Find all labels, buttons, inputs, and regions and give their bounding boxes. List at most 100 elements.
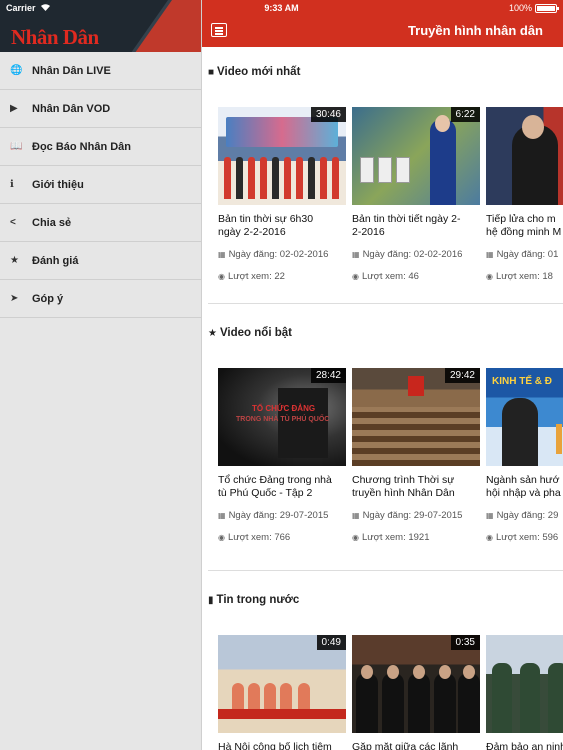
video-title[interactable]: Ngành sản hướ hội nhập và pha: [486, 474, 563, 500]
publish-date-text: Ngày đăng: 29-07-2015: [362, 510, 463, 521]
nhan-dan-logo[interactable]: Nhân Dân: [11, 27, 99, 48]
star-icon: ★: [10, 255, 19, 266]
video-title-line: 2-2016: [352, 226, 385, 238]
globe-icon: 🌐: [10, 65, 23, 76]
video-card[interactable]: Tiếp lửa cho m hệ đồng minh M ▦ Ngày đăng: …: [486, 107, 563, 282]
publish-date: ▦ Ngày đăng: 02-02-2016: [352, 249, 480, 260]
video-title[interactable]: Bản tin thời sự 6h30 ngày 2-2-2016: [218, 213, 346, 239]
app-screen: Carrier 9:33 AM 100% Nhân Dân 🌐 Nhân Dân …: [0, 0, 563, 750]
section-title: Tin trong nước: [216, 594, 300, 606]
sidebar-item-label: Chia sẻ: [32, 216, 72, 229]
video-title-line: Tiếp lửa cho m: [486, 213, 556, 225]
video-title-line: Chương trình Thời sự: [352, 474, 455, 486]
info-icon: ℹ: [10, 179, 14, 190]
video-card[interactable]: 29:42 Chương trình Thời sự truyền hình Nhâ…: [352, 368, 480, 543]
section-heading: ■ Video mới nhất: [208, 66, 300, 78]
video-title-line: Đảm bảo an ninh: [486, 741, 563, 750]
video-title[interactable]: Hà Nội công bố lịch tiêm: [218, 741, 346, 750]
video-thumbnail[interactable]: 6:22: [352, 107, 480, 205]
video-title-line: Tổ chức Đảng trong nhà: [218, 474, 332, 486]
video-thumbnail[interactable]: KINH TẾ & Đ: [486, 368, 563, 466]
view-count: ◉ Lượt xem: 596: [486, 532, 563, 543]
sidebar-item-label: Đánh giá: [32, 254, 79, 267]
bookmark-icon: ▮: [208, 594, 214, 606]
sidebar-item[interactable]: ➤ Góp ý: [0, 280, 201, 318]
video-title-line: Gặp mặt giữa các lãnh: [352, 741, 459, 750]
duration-badge: 0:49: [316, 635, 346, 650]
video-title[interactable]: Tiếp lửa cho m hệ đồng minh M: [486, 213, 563, 239]
section-title: Video mới nhất: [217, 66, 301, 78]
video-thumbnail[interactable]: [486, 107, 563, 205]
video-card[interactable]: 0:35 Gặp mặt giữa các lãnh: [352, 635, 480, 750]
video-thumbnail[interactable]: [486, 635, 563, 733]
clock: 9:33 AM: [264, 3, 299, 13]
sidebar-item-label: Nhân Dân VOD: [32, 102, 111, 115]
view-count-text: Lượt xem: 22: [227, 271, 285, 282]
publish-date-text: Ngày đăng: 02-02-2016: [228, 249, 329, 260]
video-title[interactable]: Chương trình Thời sự truyền hình Nhân Dân: [352, 474, 480, 500]
video-thumbnail[interactable]: 30:46: [218, 107, 346, 205]
video-title-line: truyền hình Nhân Dân: [352, 487, 455, 499]
calendar-icon: ▦: [486, 511, 494, 520]
eye-icon: ◉: [352, 272, 359, 281]
sidebar-item-label: Góp ý: [32, 292, 64, 305]
video-title[interactable]: Gặp mặt giữa các lãnh: [352, 741, 480, 750]
sidebar-item[interactable]: ★ Đánh giá: [0, 242, 201, 280]
view-count: ◉ Lượt xem: 766: [218, 532, 346, 543]
eye-icon: ◉: [218, 272, 225, 281]
video-title-line: hội nhập và pha: [486, 487, 561, 499]
section-title: Video nổi bật: [219, 327, 292, 339]
view-count-text: Lượt xem: 1921: [361, 532, 430, 543]
calendar-icon: ▦: [218, 250, 226, 259]
video-card[interactable]: TỔ CHỨC ĐẢNG TRONG NHÀ TÙ PHÚ QUỐC 28:42 Tổ…: [218, 368, 346, 543]
duration-badge: 6:22: [450, 107, 480, 122]
duration-badge: 28:42: [310, 368, 346, 383]
sidebar-item-label: Giới thiệu: [32, 178, 84, 191]
view-count: ◉ Lượt xem: 1921: [352, 532, 480, 543]
publish-date-text: Ngày đăng: 29: [496, 510, 559, 521]
video-card[interactable]: 0:49 Hà Nội công bố lịch tiêm: [218, 635, 346, 750]
page-title: Truyền hình nhân dân: [407, 23, 543, 38]
share-icon: <: [10, 217, 16, 228]
video-title[interactable]: Bản tin thời tiết ngày 2- 2-2016: [352, 213, 480, 239]
calendar-icon: ▦: [486, 250, 494, 259]
video-thumbnail[interactable]: 29:42: [352, 368, 480, 466]
video-card[interactable]: Đảm bảo an ninh: [486, 635, 563, 750]
video-thumbnail[interactable]: 0:49: [218, 635, 346, 733]
sidebar-item[interactable]: 🌐 Nhân Dân LIVE: [0, 52, 201, 90]
video-card[interactable]: KINH TẾ & Đ Ngành sản hướ hội nhập và pha ▦…: [486, 368, 563, 543]
sidebar-item[interactable]: ℹ Giới thiệu: [0, 166, 201, 204]
eye-icon: ◉: [352, 533, 359, 542]
eye-icon: ◉: [218, 533, 225, 542]
video-title-line: Bản tin thời tiết ngày 2-: [352, 213, 461, 225]
video-title-line: Bản tin thời sự 6h30: [218, 213, 314, 225]
section-heading: ★ Video nổi bật: [208, 327, 292, 339]
view-count-text: Lượt xem: 46: [361, 271, 419, 282]
calendar-icon: ▦: [218, 511, 226, 520]
status-bar: Carrier 9:33 AM 100%: [0, 0, 563, 16]
youtube-icon: ▶: [10, 103, 18, 114]
section-heading: ▮ Tin trong nước: [208, 594, 299, 606]
publish-date: ▦ Ngày đăng: 02-02-2016: [218, 249, 346, 260]
menu-toggle-icon[interactable]: [211, 23, 227, 37]
video-title[interactable]: Đảm bảo an ninh: [486, 741, 563, 750]
video-title-line: Hà Nội công bố lịch tiêm: [218, 741, 332, 750]
duration-badge: 0:35: [450, 635, 480, 650]
wifi-icon: [40, 3, 51, 13]
battery-percent: 100%: [508, 3, 532, 13]
video-thumbnail[interactable]: TỔ CHỨC ĐẢNG TRONG NHÀ TÙ PHÚ QUỐC 28:42: [218, 368, 346, 466]
video-title-line: hệ đồng minh M: [486, 226, 562, 238]
section-divider: [208, 570, 563, 571]
sidebar-item[interactable]: 📖 Đọc Báo Nhân Dân: [0, 128, 201, 166]
video-thumbnail[interactable]: 0:35: [352, 635, 480, 733]
sidebar-item[interactable]: < Chia sẻ: [0, 204, 201, 242]
main-content: Truyền hình nhân dân ■ Video mới nhất 30:4…: [202, 0, 563, 750]
video-card[interactable]: 30:46 Bản tin thời sự 6h30 ngày 2-2-2016 ▦ N…: [218, 107, 346, 282]
video-title[interactable]: Tổ chức Đảng trong nhà tù Phú Quốc - Tập …: [218, 474, 346, 500]
sidebar-item-label: Nhân Dân LIVE: [32, 64, 111, 77]
sidebar-item[interactable]: ▶ Nhân Dân VOD: [0, 90, 201, 128]
publish-date-text: Ngày đăng: 02-02-2016: [362, 249, 463, 260]
video-card[interactable]: 6:22 Bản tin thời tiết ngày 2- 2-2016 ▦ Ngày…: [352, 107, 480, 282]
view-count-text: Lượt xem: 766: [227, 532, 291, 543]
star-icon: ★: [208, 327, 217, 339]
